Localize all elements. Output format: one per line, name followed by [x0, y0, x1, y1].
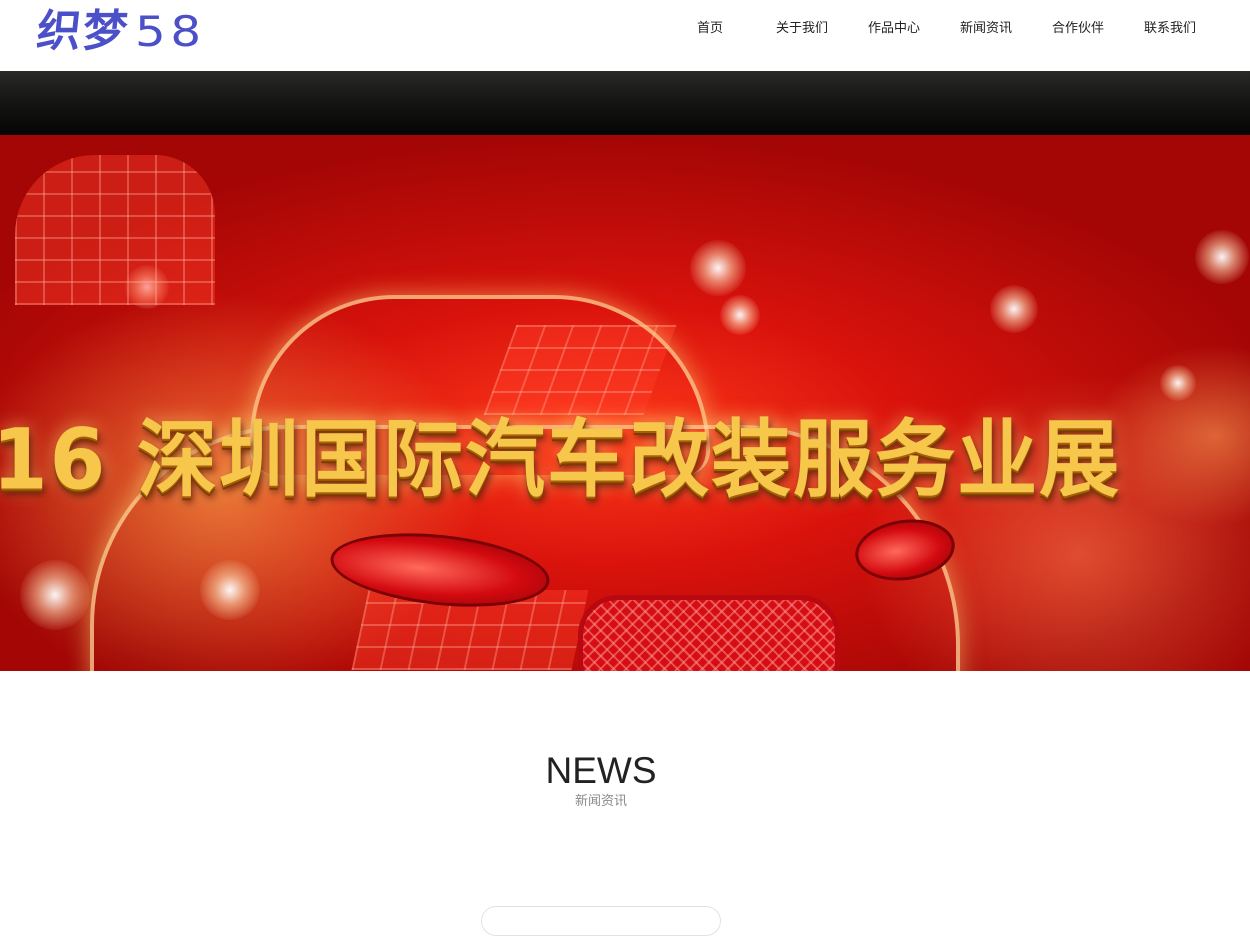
section-subtitle: 新闻资讯: [574, 794, 627, 809]
nav-item-about[interactable]: 关于我们: [756, 19, 848, 39]
banner-dark-strip: [0, 71, 1250, 135]
hero-banner[interactable]: 16 深圳国际汽车改装服务业展: [0, 71, 1250, 671]
bokeh-light: [1195, 230, 1249, 284]
nav-item-contact[interactable]: 联系我们: [1124, 19, 1216, 39]
banner-caption: 16 深圳国际汽车改装服务业展: [0, 410, 1122, 509]
news-category-tab[interactable]: [481, 906, 721, 936]
section-title: NEWS: [545, 750, 657, 791]
bokeh-light: [720, 295, 760, 335]
logo-text-num: 58: [135, 7, 206, 56]
bokeh-light: [990, 285, 1038, 333]
logo-text-cn: 织梦: [34, 6, 132, 57]
nav-item-news[interactable]: 新闻资讯: [940, 19, 1032, 39]
decor-grid-building: [15, 155, 215, 305]
bokeh-light: [1160, 365, 1196, 401]
nav-item-partners[interactable]: 合作伙伴: [1032, 19, 1124, 39]
site-logo[interactable]: 织梦 58: [34, 4, 201, 60]
site-header: 织梦 58 首页 关于我们 作品中心 新闻资讯 合作伙伴 联系我们: [0, 0, 1250, 71]
decor-car-grille: [578, 595, 840, 671]
nav-item-works[interactable]: 作品中心: [848, 19, 940, 39]
bokeh-light: [690, 240, 746, 296]
nav-item-home[interactable]: 首页: [664, 19, 756, 39]
banner-image: 16 深圳国际汽车改装服务业展: [0, 135, 1250, 671]
main-nav: 首页 关于我们 作品中心 新闻资讯 合作伙伴 联系我们: [664, 19, 1216, 39]
bokeh-light: [20, 560, 90, 630]
